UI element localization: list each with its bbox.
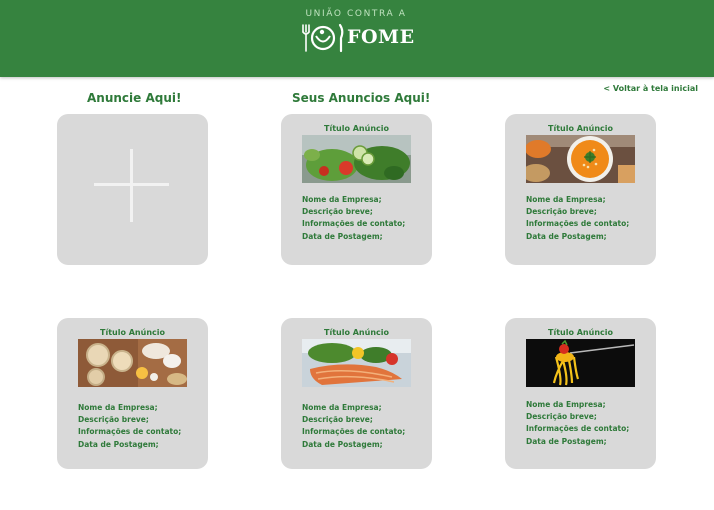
ad-title: Título Anúncio: [548, 124, 613, 133]
company-name-label: Nome da Empresa;: [302, 195, 382, 204]
my-ads-heading: Seus Anuncios Aqui!: [292, 91, 431, 105]
ad-title: Título Anúncio: [548, 328, 613, 337]
post-date-label: Data de Postagem;: [78, 439, 159, 449]
company-name-label: Nome da Empresa;: [302, 403, 382, 412]
ad-card[interactable]: Título Anúncio Nome da Empresa; Descriçã…: [57, 318, 208, 469]
contact-info-label: Informações de contato;: [302, 219, 406, 229]
post-date-label: Data de Postagem;: [302, 231, 383, 241]
logo[interactable]: UNIÃO CONTRA A FOME: [300, 9, 415, 57]
contact-info-label: Informações de contato;: [526, 424, 630, 434]
ad-title: Título Anúncio: [100, 328, 165, 337]
post-date-label: Data de Postagem;: [526, 231, 607, 241]
post-date-label: Data de Postagem;: [526, 436, 607, 446]
logo-tagline: UNIÃO CONTRA A: [305, 9, 407, 19]
ad-card[interactable]: Título Anúncio Nome da Empresa; Descriçã…: [505, 114, 656, 265]
ad-card[interactable]: Título Anúncio Nome da Empresa; Descriçã…: [281, 318, 432, 469]
description-label: Descrição breve;: [526, 207, 597, 217]
ad-details: Nome da Empresa; Descrição breve; Inform…: [78, 402, 181, 451]
ad-card[interactable]: Título Anúncio Nome da Empresa; Descriçã…: [505, 318, 656, 469]
logo-mark: FOME: [300, 23, 415, 53]
company-name-label: Nome da Empresa;: [526, 400, 606, 409]
spaghetti-fork-photo: [526, 339, 635, 387]
app-header: UNIÃO CONTRA A FOME: [0, 0, 714, 77]
salmon-photo: [302, 339, 411, 387]
contact-info-label: Informações de contato;: [302, 427, 406, 437]
ad-title: Título Anúncio: [324, 124, 389, 133]
post-date-label: Data de Postagem;: [302, 439, 383, 449]
description-label: Descrição breve;: [302, 415, 373, 425]
contact-info-label: Informações de contato;: [526, 219, 630, 229]
ad-details: Nome da Empresa; Descrição breve; Inform…: [526, 399, 629, 448]
description-label: Descrição breve;: [526, 412, 597, 422]
ad-card[interactable]: Título Anúncio Nome da Empresa; Descriçã…: [281, 114, 432, 265]
soup-photo: [526, 135, 635, 183]
description-label: Descrição breve;: [302, 207, 373, 217]
plate-cutlery-icon: [302, 23, 344, 53]
ad-details: Nome da Empresa; Descrição breve; Inform…: [526, 194, 629, 243]
ad-details: Nome da Empresa; Descrição breve; Inform…: [302, 194, 405, 243]
ad-title: Título Anúncio: [324, 328, 389, 337]
pasta-ingredients-photo: [78, 339, 187, 387]
advertise-heading: Anuncie Aqui!: [87, 91, 182, 105]
salad-photo: [302, 135, 411, 183]
description-label: Descrição breve;: [78, 415, 149, 425]
contact-info-label: Informações de contato;: [78, 427, 182, 437]
company-name-label: Nome da Empresa;: [526, 195, 606, 204]
ad-details: Nome da Empresa; Descrição breve; Inform…: [302, 402, 405, 451]
company-name-label: Nome da Empresa;: [78, 403, 158, 412]
add-ad-card[interactable]: [57, 114, 208, 265]
logo-wordmark: FOME: [347, 26, 415, 48]
back-to-home-link[interactable]: < Voltar à tela inicial: [603, 84, 698, 93]
